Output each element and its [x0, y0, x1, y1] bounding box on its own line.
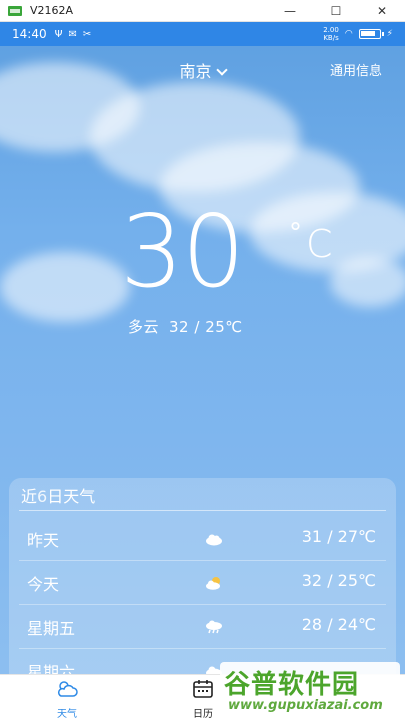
minimize-button[interactable]: — — [267, 0, 313, 22]
weather-icon — [57, 681, 78, 697]
forecast-title-prefix: 近 — [21, 487, 38, 506]
forecast-title-suffix: 日天气 — [47, 487, 96, 506]
cloudy-icon — [206, 534, 222, 546]
forecast-range: 28 / 24℃ — [301, 615, 376, 634]
status-bar: 14:40 Ψ ✉ ✂ 2.00 KB/s ◠ ⚡ — [0, 22, 405, 46]
current-condition: 多云 — [128, 318, 160, 336]
battery-icon — [358, 29, 384, 39]
phone-screen: 14:40 Ψ ✉ ✂ 2.00 KB/s ◠ ⚡ 南京 通用信息 30 ° C… — [0, 22, 405, 720]
current-summary: 多云 32 / 25℃ — [128, 316, 243, 337]
forecast-row[interactable]: 星期五 28 / 24℃ — [9, 605, 396, 649]
close-button[interactable]: ✕ — [359, 0, 405, 22]
forecast-range: 32 / 25℃ — [301, 571, 376, 590]
current-temperature: 30 — [120, 193, 245, 310]
emulator-title-bar: V2162A — ☐ ✕ — [0, 0, 405, 22]
forecast-title: 近6日天气 — [21, 483, 95, 507]
net-speed: 2.00 KB/s — [323, 26, 339, 42]
net-speed-value: 2.00 — [323, 26, 339, 34]
forecast-range: 31 / 27℃ — [301, 527, 376, 546]
temperature-unit: C — [306, 222, 333, 266]
emulator-title: V2162A — [30, 4, 74, 17]
status-time: 14:40 — [12, 27, 47, 41]
cloud-bg — [0, 252, 130, 322]
watermark-sub: www.gupuxiazai.com — [228, 698, 383, 713]
wifi-icon: ◠ — [344, 29, 353, 39]
tools-icon: ✂ — [82, 28, 92, 40]
net-speed-unit: KB/s — [323, 34, 339, 42]
charging-icon: ⚡ — [386, 29, 393, 39]
forecast-day: 星期五 — [27, 619, 76, 638]
calendar-icon — [193, 680, 213, 698]
current-range: 32 / 25℃ — [169, 318, 243, 336]
maximize-button[interactable]: ☐ — [313, 0, 359, 22]
general-info-link[interactable]: 通用信息 — [330, 60, 382, 79]
watermark-main: 谷普软件园 — [224, 670, 360, 700]
rain-icon — [206, 620, 222, 634]
emulator-logo-icon — [8, 5, 22, 16]
forecast-row[interactable]: 昨天 31 / 27℃ — [9, 517, 396, 561]
chevron-down-icon — [215, 64, 228, 76]
forecast-title-count: 6 — [37, 487, 48, 506]
tab-weather-label: 天气 — [57, 709, 77, 720]
cloud-bg — [330, 257, 405, 307]
site-watermark: 谷普软件园 www.gupuxiazai.com — [220, 662, 400, 720]
forecast-day: 今天 — [27, 575, 60, 594]
forecast-day: 昨天 — [27, 531, 60, 550]
partly-cloudy-icon — [206, 577, 220, 590]
usb-icon: Ψ — [54, 28, 63, 40]
tab-weather[interactable]: 天气 — [37, 679, 97, 720]
degree-symbol: ° — [289, 218, 302, 248]
forecast-row[interactable]: 今天 32 / 25℃ — [9, 561, 396, 605]
mail-icon: ✉ — [68, 28, 77, 40]
city-name: 南京 — [179, 62, 212, 81]
forecast-divider — [19, 510, 386, 511]
